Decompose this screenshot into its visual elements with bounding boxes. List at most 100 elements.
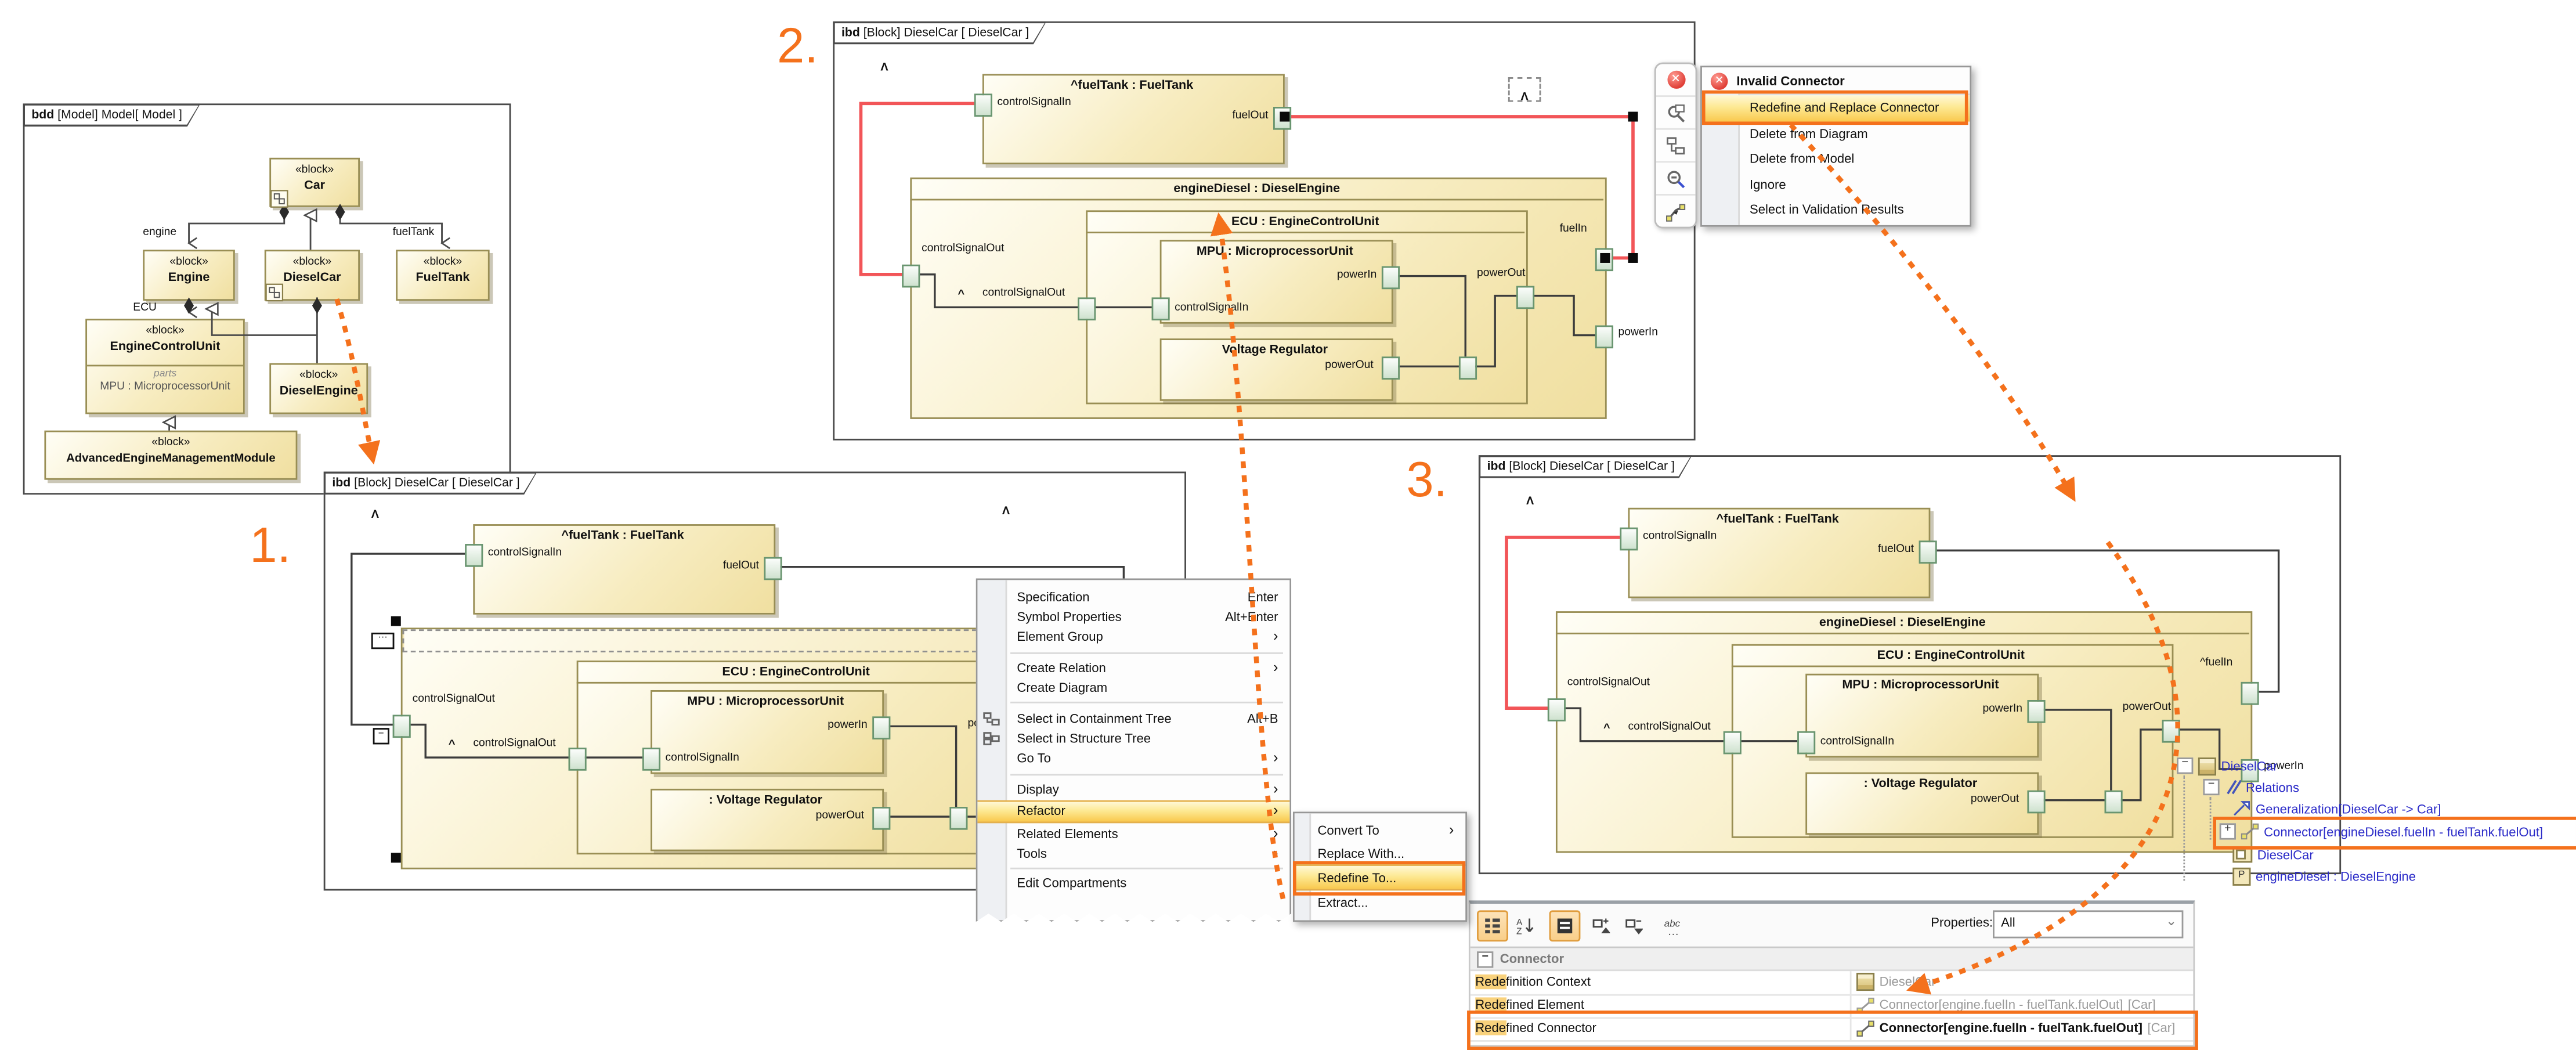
expert-mode-button[interactable] xyxy=(1549,910,1581,941)
port-engine-fuelin[interactable] xyxy=(2241,682,2259,705)
submenu-item-extract[interactable]: Extract... xyxy=(1295,890,1465,914)
tree-node-generalization[interactable]: Generalization[DieselCar -> Car] xyxy=(2232,799,2441,818)
port-fuelout[interactable] xyxy=(764,557,782,580)
menu-item-display[interactable]: Display xyxy=(977,779,1289,799)
block-enginecontrolunit[interactable]: «block»EngineControlUnit parts MPU : Mic… xyxy=(85,319,245,414)
customize-properties-button[interactable]: abc… xyxy=(1659,910,1690,941)
menu-item-symbol-properties[interactable]: Symbol PropertiesAlt+Enter xyxy=(977,607,1289,627)
categorized-view-button[interactable] xyxy=(1477,910,1508,941)
port-mpu-powerin[interactable] xyxy=(2027,700,2045,723)
connector-path-icon[interactable] xyxy=(1656,196,1696,227)
ibd1-tab[interactable]: ibd [Block] DieselCar [ DieselCar ] xyxy=(324,471,537,495)
port-engine-powerin[interactable] xyxy=(1595,326,1613,349)
port-controlsignalin[interactable] xyxy=(465,544,483,567)
property-row-redefined-connector[interactable]: Redefined Connector Connector[engine.fue… xyxy=(1471,1017,2194,1041)
bdd-composition-engine[interactable] xyxy=(189,214,284,243)
port-junction[interactable] xyxy=(1724,731,1742,755)
menu-item-select-in-validation-results[interactable]: Select in Validation Results xyxy=(1702,197,1970,223)
menu-item-delete-from-model[interactable]: Delete from Model xyxy=(1702,146,1970,172)
port-junction[interactable] xyxy=(569,748,587,771)
block-engine[interactable]: «block»Engine xyxy=(143,250,235,301)
property-row-redefinition-context[interactable]: Redefinition Context DieselCar xyxy=(1471,971,2194,995)
tree-node-dieselcar[interactable]: DieselCar xyxy=(2177,756,2277,775)
error-icon[interactable] xyxy=(1656,64,1696,97)
property-row-redefined-element[interactable]: Redefined Element Connector[engine.fuelI… xyxy=(1471,994,2194,1018)
menu-item-select-in-structure-tree[interactable]: Select in Structure Tree xyxy=(977,728,1289,749)
menu-item-edit-compartments[interactable]: Edit Compartments xyxy=(977,874,1289,894)
menu-item-go-to[interactable]: Go To xyxy=(977,749,1289,769)
collapse-all-button[interactable] xyxy=(1618,910,1650,941)
ibd3-tab[interactable]: ibd [Block] DieselCar [ DieselCar ] xyxy=(1479,455,1692,478)
port-controlsignalout[interactable] xyxy=(393,715,411,738)
port-junction[interactable] xyxy=(1459,356,1477,380)
menu-separator xyxy=(1010,702,1283,704)
menu-item-delete-from-diagram[interactable]: Delete from Diagram xyxy=(1702,121,1970,146)
connector-endpoint-handle[interactable] xyxy=(1280,112,1289,122)
menu-item-refactor[interactable]: Refactor xyxy=(977,799,1289,823)
port-controlsignalout[interactable] xyxy=(902,265,920,288)
menu-item-specification[interactable]: SpecificationEnter xyxy=(977,587,1289,607)
menu-item-redefine-and-replace-connector[interactable]: Redefine and Replace Connector xyxy=(1702,95,1970,121)
block-fueltank[interactable]: «block»FuelTank xyxy=(396,250,489,301)
expand-all-button[interactable] xyxy=(1585,910,1617,941)
block-aemm[interactable]: «block»AdvancedEngineManagementModule xyxy=(44,431,297,480)
selection-handle[interactable] xyxy=(391,853,401,863)
invalid-connector-menu-header: Invalid Connector xyxy=(1702,67,1970,95)
containment-tree-icon[interactable] xyxy=(1656,130,1696,163)
compartment-dots-box[interactable] xyxy=(371,633,395,649)
port-controlsignalin[interactable] xyxy=(1620,528,1638,551)
menu-item-select-in-containment-tree[interactable]: Select in Containment TreeAlt+B xyxy=(977,708,1289,728)
collapse-box[interactable] xyxy=(373,728,389,744)
redefine-caret-box[interactable]: Λ xyxy=(1508,77,1541,102)
select-in-validation-icon[interactable] xyxy=(1656,97,1696,130)
block-dieselcar[interactable]: «block»DieselCar xyxy=(265,250,360,301)
port-junction[interactable] xyxy=(2104,791,2122,814)
selection-handle[interactable] xyxy=(391,616,401,626)
connector-bend-handle[interactable] xyxy=(1628,253,1638,263)
port-ecu-powerout[interactable] xyxy=(2162,720,2180,743)
menu-item-create-diagram[interactable]: Create Diagram xyxy=(977,678,1289,698)
port-ecu-powerout[interactable] xyxy=(1516,286,1534,309)
port-controlsignalout[interactable] xyxy=(1548,698,1566,721)
port-vr-powerout[interactable] xyxy=(2027,791,2045,814)
block-dieselengine[interactable]: «block»DieselEngine xyxy=(269,363,368,414)
containment-tree: DieselCar Relations Generalization[Diese… xyxy=(2165,753,2576,894)
port-mpu-powerin[interactable] xyxy=(1382,266,1400,290)
submenu-item-redefine-to[interactable]: Redefine To... xyxy=(1295,864,1465,890)
collapse-icon[interactable] xyxy=(2203,779,2219,795)
port-junction[interactable] xyxy=(1078,297,1096,320)
menu-item-tools[interactable]: Tools xyxy=(977,843,1289,864)
menu-item-create-relation[interactable]: Create Relation xyxy=(977,658,1289,678)
tree-node-enginediesel[interactable]: engineDiesel : DieselEngine xyxy=(2232,866,2416,886)
port-vr-powerout[interactable] xyxy=(872,807,890,830)
port-mpu-controlsignalin[interactable] xyxy=(1152,297,1170,320)
menu-item-ignore[interactable]: Ignore xyxy=(1702,172,1970,197)
sort-alphabetically-button[interactable]: AZ xyxy=(1510,910,1541,941)
block-car[interactable]: «block»Car xyxy=(269,158,360,207)
port-vr-powerout[interactable] xyxy=(1382,356,1400,380)
collapse-icon[interactable] xyxy=(1477,951,1493,967)
port-mpu-controlsignalin[interactable] xyxy=(642,748,660,771)
port-mpu-powerin[interactable] xyxy=(872,716,890,739)
port-controlsignalin[interactable] xyxy=(974,93,992,117)
connector-bend-handle[interactable] xyxy=(1628,112,1638,122)
port-junction[interactable] xyxy=(949,807,967,830)
zoom-out-icon[interactable] xyxy=(1656,163,1696,196)
submenu-item-convert-to[interactable]: Convert To xyxy=(1295,818,1465,842)
collapse-icon[interactable] xyxy=(2177,757,2193,774)
properties-section-connector[interactable]: Connector xyxy=(1471,948,2194,971)
port-mpu-controlsignalin[interactable] xyxy=(1797,731,1815,755)
ibd2-tab[interactable]: ibd [Block] DieselCar [ DieselCar ] xyxy=(833,21,1046,45)
properties-filter-select[interactable]: All xyxy=(1993,910,2183,938)
port-fuelout[interactable] xyxy=(1919,540,1937,564)
tree-node-connector[interactable]: Connector[engineDiesel.fuelIn - fuelTank… xyxy=(2220,821,2543,841)
submenu-item-replace-with[interactable]: Replace With... xyxy=(1295,841,1465,864)
connector-endpoint-handle[interactable] xyxy=(1600,253,1610,263)
menu-separator xyxy=(1010,652,1283,654)
menu-item-related-elements[interactable]: Related Elements xyxy=(977,823,1289,843)
expand-icon[interactable] xyxy=(2220,823,2236,839)
tree-node-relations[interactable]: Relations xyxy=(2203,777,2299,797)
tree-node-dieselcar-diagram[interactable]: DieselCar xyxy=(2232,845,2313,864)
bdd-diagram-tab[interactable]: bdd [Model] Model[ Model ] xyxy=(23,103,201,127)
menu-item-element-group[interactable]: Element Group xyxy=(977,627,1289,648)
